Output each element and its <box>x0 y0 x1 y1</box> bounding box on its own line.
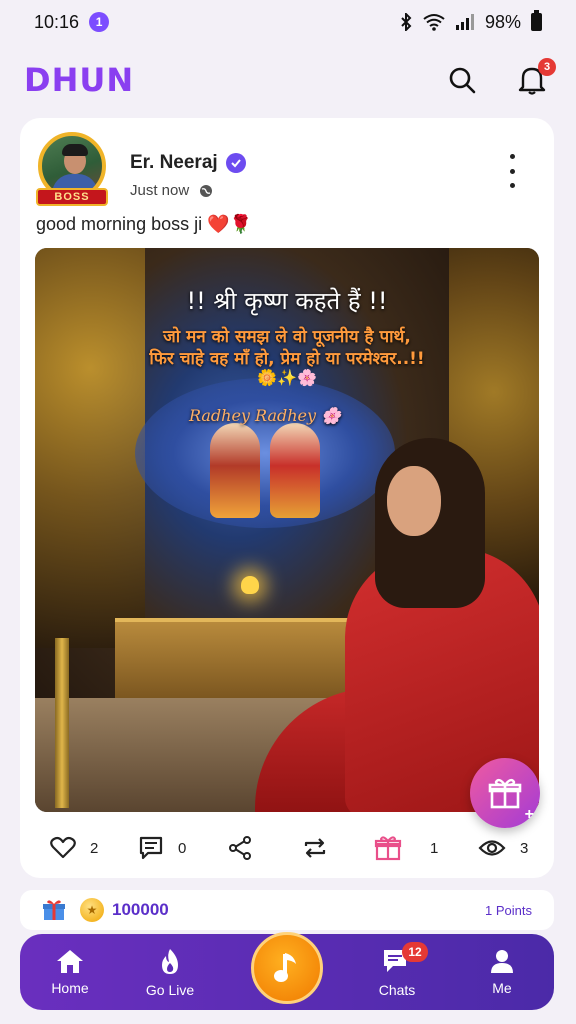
user-icon <box>491 950 513 973</box>
search-icon <box>449 67 476 94</box>
app-logo: DHUN <box>24 61 135 99</box>
post-caption: good morning boss ji ❤️🌹 <box>36 214 252 234</box>
share-icon <box>229 836 251 860</box>
post-actions: 2 0 1 3 <box>20 830 554 866</box>
diya-flame <box>241 576 259 594</box>
more-icon[interactable] <box>500 154 524 188</box>
nav-go-live-label: Go Live <box>145 982 195 998</box>
notifications-button[interactable]: 3 <box>516 58 556 96</box>
author-avatar[interactable]: BOSS <box>34 132 110 210</box>
nav-go-live[interactable]: Go Live <box>125 948 215 998</box>
views: 3 <box>478 830 528 866</box>
signal-icon <box>455 14 474 30</box>
battery-percent: 98% <box>484 11 521 32</box>
post-image[interactable]: !! श्री कृष्ण कहते हैं !! जो मन को समझ ल… <box>35 248 539 812</box>
nav-chats-label: Chats <box>378 982 416 998</box>
coin-icon: ★ <box>80 898 104 922</box>
author-name: Er. Neeraj <box>130 152 218 173</box>
like-button[interactable]: 2 <box>50 830 98 866</box>
like-count: 2 <box>90 839 99 857</box>
app-header: DHUN 3 <box>0 52 576 108</box>
post-header: BOSS Er. Neeraj Just now <box>34 132 540 216</box>
nav-me[interactable]: Me <box>457 948 547 996</box>
music-button[interactable] <box>251 932 323 1004</box>
gift-icon <box>374 836 402 861</box>
view-count: 3 <box>520 839 529 857</box>
nav-me-label: Me <box>492 980 512 996</box>
plus-icon: + <box>524 806 534 823</box>
image-quote-line2: फिर चाहे वह माँ हो, प्रेम हो या परमेश्वर… <box>149 349 425 369</box>
gift-icon <box>488 778 522 809</box>
repost-icon <box>304 838 326 858</box>
comment-icon <box>139 836 163 860</box>
author-name-row[interactable]: Er. Neeraj <box>130 152 246 174</box>
coin-balance: 100000 <box>112 900 169 919</box>
points-link[interactable]: 1 Points <box>485 903 532 918</box>
image-signature: Radhey Radhey 🌸 <box>188 406 342 425</box>
share-button[interactable] <box>228 830 252 866</box>
image-quote-line1: जो मन को समझ ले वो पूजनीय है पार्थ, <box>163 327 411 347</box>
notification-badge: 3 <box>538 58 556 76</box>
repost-button[interactable] <box>302 830 328 866</box>
eye-icon <box>478 840 506 856</box>
globe-icon <box>200 184 213 197</box>
gift-button[interactable]: 1 <box>374 830 438 866</box>
send-gift-fab[interactable]: + <box>470 758 540 828</box>
post-time: Just now <box>130 182 190 199</box>
deity-figure <box>210 423 260 518</box>
post-time-row: Just now <box>130 182 213 199</box>
fire-icon <box>162 949 178 974</box>
nav-home[interactable]: Home <box>25 948 115 996</box>
verified-icon <box>225 153 246 173</box>
status-left: 10:16 1 <box>34 11 110 33</box>
battery-icon <box>531 10 542 31</box>
chats-badge: 12 <box>402 942 428 962</box>
boss-badge: BOSS <box>36 188 108 206</box>
comment-count: 0 <box>178 839 187 857</box>
bluetooth-icon <box>401 13 412 31</box>
nav-chats[interactable]: 12 Chats <box>352 942 442 998</box>
comment-button[interactable]: 0 <box>138 830 186 866</box>
image-emoji-line: 🌼✨🌸 <box>257 370 317 387</box>
lamp-stand <box>55 638 69 808</box>
search-button[interactable] <box>446 64 478 96</box>
gift-box-icon <box>43 900 65 920</box>
bottom-nav: Home Go Live 12 Chats Me <box>20 932 554 1010</box>
status-bar: 10:16 1 98% <box>0 0 576 44</box>
post-card: BOSS Er. Neeraj Just now good morning bo… <box>20 118 554 878</box>
home-icon <box>57 950 83 973</box>
header-actions: 3 <box>446 58 556 96</box>
status-right: 98% <box>399 10 542 33</box>
image-title: !! श्री कृष्ण कहते हैं !! <box>186 287 388 315</box>
status-time: 10:16 <box>34 11 80 32</box>
points-bar[interactable]: ★ 100000 1 Points <box>20 890 554 930</box>
woman-figure <box>255 438 539 812</box>
music-icon <box>274 953 296 982</box>
gift-count: 1 <box>430 839 439 857</box>
heart-icon <box>50 836 76 859</box>
status-notification-count: 1 <box>89 12 110 32</box>
wifi-icon <box>423 14 445 31</box>
nav-home-label: Home <box>51 980 89 996</box>
